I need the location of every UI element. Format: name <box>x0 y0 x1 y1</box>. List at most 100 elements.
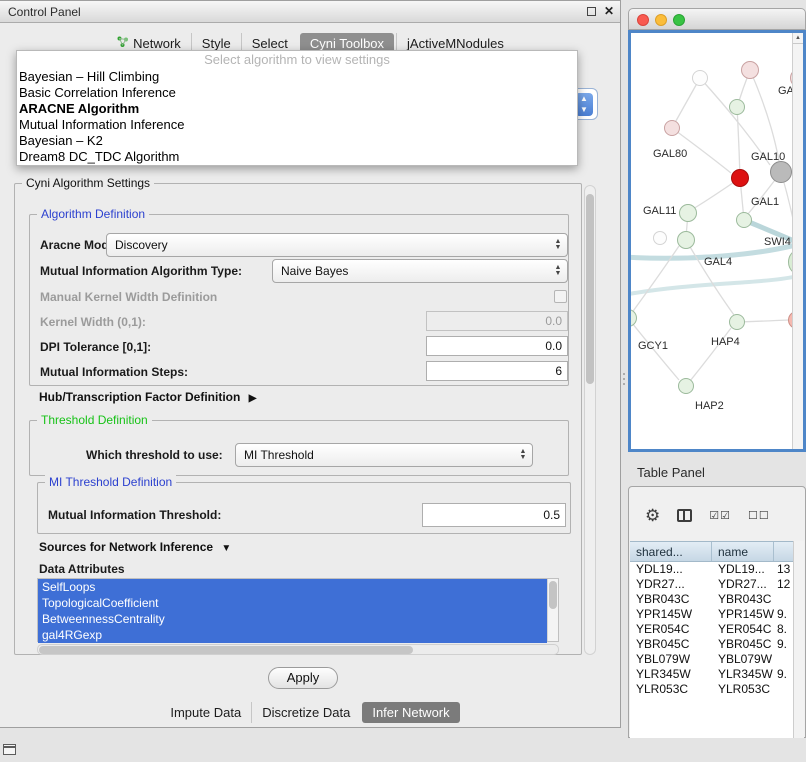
dropdown-item[interactable]: Dream8 DC_TDC Algorithm <box>17 149 577 165</box>
hub-tf-definition-toggle[interactable]: Hub/Transcription Factor Definition ▶ <box>39 390 256 404</box>
node-label: GCY1 <box>638 340 668 352</box>
attribute-item[interactable]: gal4RGexp <box>38 627 547 643</box>
dropdown-prompt: Select algorithm to view settings <box>17 51 577 69</box>
combo-arrows-icon: ▲▼ <box>551 239 567 251</box>
table-row[interactable]: YPR145WYPR145W9. <box>630 607 795 622</box>
table-row[interactable]: YBR045CYBR045C9. <box>630 637 795 652</box>
column-header-name[interactable]: name <box>712 542 774 561</box>
tab-infer-network[interactable]: Infer Network <box>362 702 459 723</box>
dropdown-item-selected[interactable]: ARACNE Algorithm <box>17 101 577 117</box>
network-node[interactable] <box>664 120 680 136</box>
panel-restore-icon[interactable] <box>3 744 16 755</box>
network-vertical-scrollbar[interactable]: ▲ <box>792 33 803 449</box>
algorithm-definition-title: Algorithm Definition <box>37 207 149 221</box>
attributes-horizontal-scrollbar[interactable] <box>37 644 559 655</box>
settings-scrollbar[interactable] <box>584 185 596 655</box>
table-row[interactable]: YDL19...YDL19...13 <box>630 562 795 577</box>
column-header-shared-name[interactable]: shared... <box>630 542 712 561</box>
tab-impute-data[interactable]: Impute Data <box>160 702 251 723</box>
tab-discretize-data[interactable]: Discretize Data <box>251 702 360 723</box>
which-threshold-combo[interactable]: MI Threshold ▲▼ <box>235 443 533 467</box>
attribute-item[interactable]: TopologicalCoefficient <box>38 595 547 611</box>
zoom-traffic-light[interactable] <box>673 14 685 26</box>
threshold-definition-title: Threshold Definition <box>37 413 152 427</box>
dpi-tolerance-field[interactable] <box>426 336 568 356</box>
table-row[interactable]: YER054CYER054C8. <box>630 622 795 637</box>
table-row[interactable]: YBL079WYBL079W <box>630 652 795 667</box>
node-label: GAL80 <box>653 148 687 160</box>
mi-threshold-field[interactable] <box>422 503 566 527</box>
close-traffic-light[interactable] <box>637 14 649 26</box>
dropdown-item[interactable]: Bayesian – K2 <box>17 133 577 149</box>
network-view-window: GAL8 GAL80 GAL10 GAL11 GAL1 SWI4 GAL4 GC… <box>628 8 806 452</box>
network-node[interactable] <box>653 231 667 245</box>
dropdown-item[interactable]: Mutual Information Inference <box>17 117 577 133</box>
network-canvas[interactable]: GAL8 GAL80 GAL10 GAL11 GAL1 SWI4 GAL4 GC… <box>631 33 792 449</box>
deselect-all-checks-icon[interactable]: ☐☐ <box>748 509 770 522</box>
tab-label: Network <box>133 36 181 51</box>
network-node-gal1[interactable] <box>736 212 752 228</box>
panel-splitter[interactable] <box>621 366 627 392</box>
attributes-vertical-scrollbar[interactable] <box>547 579 558 641</box>
network-node[interactable] <box>692 70 708 86</box>
control-panel-title: Control Panel <box>8 5 81 19</box>
table-body: YDL19...YDL19...13 YDR27...YDR27...12 YB… <box>630 562 795 738</box>
scroll-up-arrow-icon[interactable]: ▲ <box>793 33 803 44</box>
gear-icon[interactable]: ⚙ <box>645 507 660 524</box>
control-panel-titlebar: Control Panel ✕ <box>0 1 620 23</box>
manual-kernel-width-checkbox[interactable] <box>554 290 567 303</box>
table-panel-window: ⚙ ☑☑ ☐☐ shared... name YDL19...YDL19...1… <box>628 486 806 738</box>
mi-steps-field[interactable] <box>426 361 568 381</box>
mi-algorithm-type-combo[interactable]: Naive Bayes ▲▼ <box>272 259 568 283</box>
control-panel-window: Control Panel ✕ Network Style Select Cyn… <box>0 0 621 728</box>
node-label: GAL4 <box>704 256 732 268</box>
network-window-titlebar[interactable] <box>628 8 806 30</box>
sources-toggle[interactable]: Sources for Network Inference ▼ <box>39 540 231 554</box>
table-row[interactable]: YBR043CYBR043C <box>630 592 795 607</box>
node-label: GAL8 <box>778 85 792 97</box>
float-window-icon[interactable] <box>587 7 596 16</box>
attribute-item[interactable]: SelfLoops <box>38 579 547 595</box>
mi-algorithm-type-label: Mutual Information Algorithm Type: <box>40 264 242 278</box>
table-row[interactable]: YLR345WYLR345W9. <box>630 667 795 682</box>
network-node-gal4[interactable] <box>677 231 695 249</box>
network-node[interactable] <box>770 161 792 183</box>
settings-frame-title: Cyni Algorithm Settings <box>22 176 154 190</box>
close-icon[interactable]: ✕ <box>604 5 614 17</box>
network-node[interactable] <box>729 99 745 115</box>
columns-icon[interactable] <box>677 509 692 522</box>
network-node[interactable] <box>741 61 759 79</box>
node-label: HAP2 <box>695 400 724 412</box>
network-node-hap4[interactable] <box>729 314 745 330</box>
node-label: GAL1 <box>751 196 779 208</box>
column-header-partial[interactable] <box>774 542 795 561</box>
minimize-traffic-light[interactable] <box>655 14 667 26</box>
table-header: shared... name <box>630 541 795 562</box>
kernel-width-field[interactable] <box>426 311 568 331</box>
expanded-arrow-icon: ▼ <box>221 543 231 554</box>
dropdown-item[interactable]: Basic Correlation Inference <box>17 85 577 101</box>
manual-kernel-width-label: Manual Kernel Width Definition <box>40 290 217 304</box>
dropdown-item[interactable]: Bayesian – Hill Climbing <box>17 69 577 85</box>
apply-button[interactable]: Apply <box>268 667 338 689</box>
kernel-width-label: Kernel Width (0,1): <box>40 315 146 329</box>
network-node-gal10[interactable] <box>731 169 749 187</box>
table-panel-label: Table Panel <box>637 465 705 480</box>
network-node-gal11[interactable] <box>679 204 697 222</box>
table-row[interactable]: YLR053CYLR053C <box>630 682 795 697</box>
desktop: Control Panel ✕ Network Style Select Cyn… <box>0 0 806 762</box>
collapsed-arrow-icon: ▶ <box>249 393 257 404</box>
attribute-item[interactable]: BetweennessCentrality <box>38 611 547 627</box>
mi-threshold-definition-frame: MI Threshold Definition Mutual Informati… <box>37 482 571 534</box>
dpi-tolerance-label: DPI Tolerance [0,1]: <box>40 340 151 354</box>
algorithm-definition-frame: Algorithm Definition Aracne Mode: Discov… <box>29 214 569 386</box>
aracne-mode-combo[interactable]: Discovery ▲▼ <box>106 233 568 257</box>
select-all-checks-icon[interactable]: ☑☑ <box>709 509 731 522</box>
table-toolbar: ⚙ ☑☑ ☐☐ <box>629 499 805 531</box>
data-attributes-list: SelfLoops TopologicalCoefficient Between… <box>37 578 559 642</box>
table-vertical-scrollbar[interactable] <box>793 541 804 738</box>
network-node-hap2[interactable] <box>678 378 694 394</box>
mi-steps-label: Mutual Information Steps: <box>40 365 188 379</box>
table-row[interactable]: YDR27...YDR27...12 <box>630 577 795 592</box>
node-label: HAP4 <box>711 336 740 348</box>
